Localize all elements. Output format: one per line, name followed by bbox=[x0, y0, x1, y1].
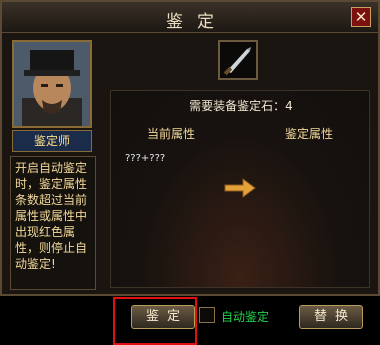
npc-face-image bbox=[14, 42, 90, 126]
equipment-slot[interactable] bbox=[218, 40, 258, 80]
current-attributes-heading: 当前属性 bbox=[146, 127, 195, 141]
identify-panel: 需要装备鉴定石：4 当前属性 鉴定属性 ???+??? 鉴定 自动鉴定 替换 bbox=[102, 36, 374, 345]
npc-role-label: 鉴定师 bbox=[12, 130, 92, 152]
window-title: 鉴定 bbox=[166, 12, 228, 32]
identify-window: 鉴定 ✕ 鉴定师 开启自动鉴定时，鉴定属性条数超过当前属性或属性中出现红色属性，… bbox=[0, 0, 380, 345]
dagger-icon bbox=[223, 47, 251, 76]
auto-identify-checkbox[interactable] bbox=[199, 307, 215, 323]
identify-button[interactable]: 鉴定 bbox=[131, 305, 195, 329]
replace-button[interactable]: 替换 bbox=[299, 305, 363, 329]
npc-portrait bbox=[12, 40, 92, 128]
current-attribute-value: ???+??? bbox=[125, 153, 166, 164]
required-stones-label: 需要装备鉴定石：4 bbox=[189, 99, 293, 113]
auto-identify-hint: 开启自动鉴定时，鉴定属性条数超过当前属性或属性中出现红色属性，则停止自动鉴定! bbox=[10, 156, 96, 290]
arrow-right-icon bbox=[224, 178, 256, 198]
identify-attributes-heading: 鉴定属性 bbox=[284, 127, 333, 141]
title-bar: 鉴定 ✕ bbox=[2, 2, 378, 33]
npc-panel: 鉴定师 开启自动鉴定时，鉴定属性条数超过当前属性或属性中出现红色属性，则停止自动… bbox=[8, 36, 98, 292]
auto-identify-label: 自动鉴定 bbox=[221, 310, 270, 324]
close-icon[interactable]: ✕ bbox=[351, 7, 371, 27]
attribute-panel: 需要装备鉴定石：4 当前属性 鉴定属性 ???+??? 鉴定 自动鉴定 替换 bbox=[110, 90, 370, 345]
